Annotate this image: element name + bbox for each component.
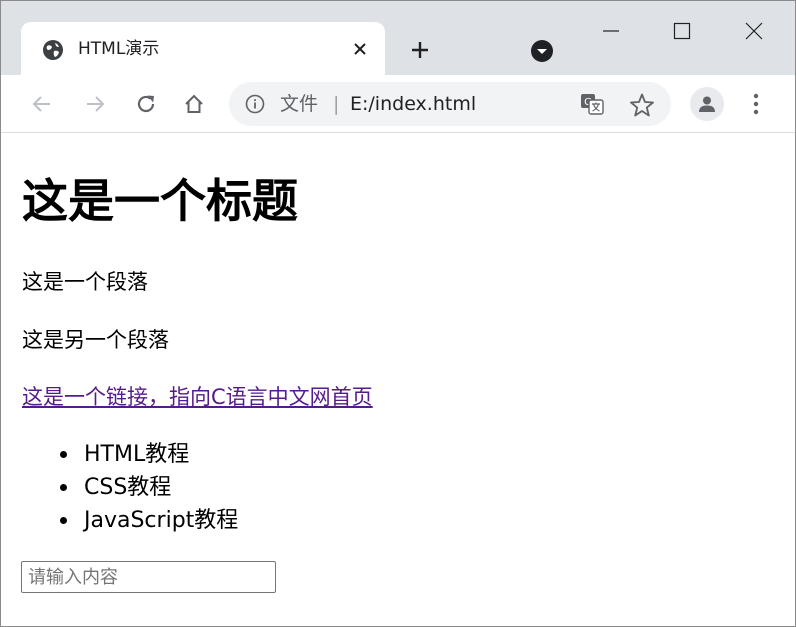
tab-close-button[interactable] [346, 35, 374, 63]
content-input[interactable] [21, 561, 276, 593]
list-item: HTML教程 [22, 438, 238, 471]
list-item-label: CSS教程 [84, 475, 172, 500]
close-icon [745, 22, 763, 40]
chevron-down-circle-icon [531, 40, 553, 62]
forward-button[interactable] [78, 87, 112, 121]
person-icon [699, 96, 715, 112]
close-icon [354, 43, 366, 55]
browser-window: HTML演示 文件 | E:/index.html G 这是一个标题 这是一个段… [0, 0, 796, 627]
bullet [60, 517, 67, 524]
globe-icon [43, 40, 63, 60]
tutorial-list: HTML教程 CSS教程 JavaScript教程 [22, 438, 238, 537]
tab-title: HTML演示 [78, 39, 160, 59]
window-close-button[interactable] [732, 9, 776, 53]
bookmark-star-icon[interactable] [629, 92, 655, 118]
url-text[interactable]: E:/index.html [350, 92, 476, 116]
homepage-link[interactable]: 这是一个链接，指向C语言中文网首页 [22, 383, 373, 411]
arrow-left-icon [32, 96, 50, 112]
reload-icon [137, 95, 155, 113]
address-bar[interactable]: 文件 | E:/index.html G [229, 82, 671, 126]
list-item: JavaScript教程 [22, 504, 238, 537]
browser-toolbar: 文件 | E:/index.html G [1, 75, 795, 133]
list-item-label: JavaScript教程 [84, 508, 239, 533]
browser-menu-button[interactable] [744, 87, 768, 121]
page-heading: 这是一个标题 [22, 174, 298, 228]
bullet [60, 484, 67, 491]
tab-strip: HTML演示 [1, 1, 795, 75]
translate-icon[interactable]: G [580, 93, 604, 115]
reload-button[interactable] [129, 87, 163, 121]
paragraph-1: 这是一个段落 [22, 270, 148, 294]
info-icon[interactable] [245, 94, 265, 114]
page-content: 这是一个标题 这是一个段落 这是另一个段落 这是一个链接，指向C语言中文网首页 … [1, 133, 795, 626]
plus-icon [412, 42, 428, 58]
bullet [60, 451, 67, 458]
maximize-button[interactable] [660, 9, 704, 53]
new-tab-button[interactable] [403, 33, 437, 67]
paragraph-2: 这是另一个段落 [22, 328, 169, 352]
back-button[interactable] [25, 87, 59, 121]
minimize-icon [603, 30, 619, 32]
home-button[interactable] [177, 87, 211, 121]
maximize-icon [673, 22, 691, 40]
tab-search-button[interactable] [529, 38, 555, 64]
url-separator: | [333, 93, 340, 115]
list-item-label: HTML教程 [84, 442, 190, 467]
home-icon [185, 94, 203, 113]
minimize-button[interactable] [589, 9, 633, 53]
arrow-right-icon [87, 96, 105, 112]
profile-button[interactable] [690, 87, 724, 121]
tab-html-demo[interactable]: HTML演示 [21, 22, 385, 75]
url-scheme-label: 文件 [280, 93, 319, 115]
kebab-menu-icon [753, 93, 759, 115]
list-item: CSS教程 [22, 471, 238, 504]
